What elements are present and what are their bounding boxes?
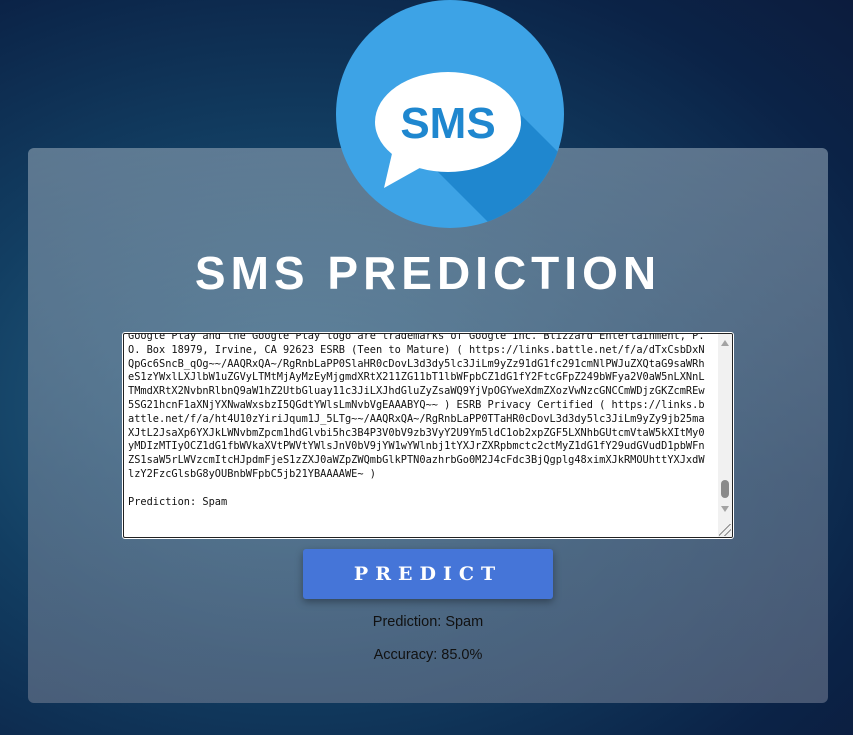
prediction-result: Prediction: Spam [372,614,484,630]
scroll-thumb[interactable] [721,480,729,498]
predict-button[interactable]: PREDICT [303,549,553,599]
scroll-up-icon[interactable] [721,340,729,346]
message-textarea[interactable]: Google Play and the Google Play logo are… [123,333,733,538]
scroll-down-icon[interactable] [721,506,729,512]
logo-text: SMS [400,99,495,148]
resize-grip-icon[interactable] [719,524,731,536]
accuracy-result: Accuracy: 85.0% [373,647,483,663]
page-title: SMS PREDICTION [194,247,662,299]
sms-logo-icon: SMS [336,0,564,228]
message-text[interactable]: Google Play and the Google Play logo are… [128,334,710,509]
textarea-scrollbar[interactable] [718,334,732,537]
